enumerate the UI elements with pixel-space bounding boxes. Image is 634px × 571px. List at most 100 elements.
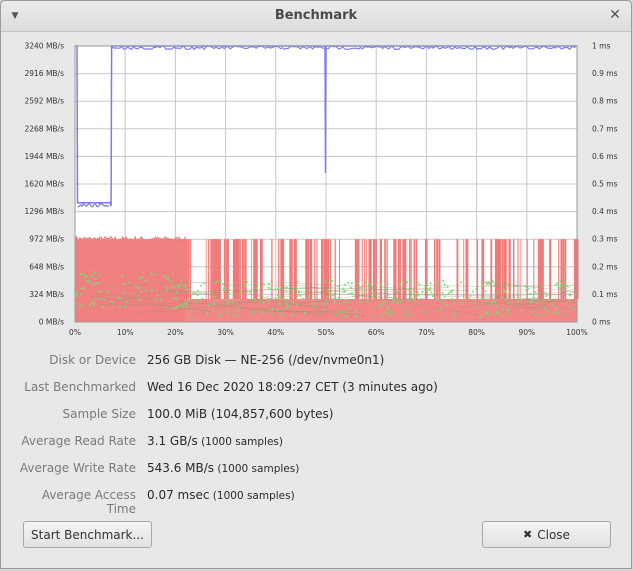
y-tick-label: 1944 MB/s (24, 152, 64, 161)
access-series-point (409, 280, 412, 283)
y-tick-label: 2916 MB/s (24, 69, 64, 78)
access-series-point (484, 299, 488, 302)
access-series-point (326, 296, 329, 299)
access-series-point (267, 299, 270, 302)
access-series-point (496, 291, 499, 294)
access-series-point (440, 315, 443, 318)
access-series-point (484, 290, 487, 293)
access-series-point (156, 293, 160, 297)
access-series-point (348, 306, 351, 309)
access-series-point (128, 281, 131, 284)
x-tick-label: 100% (566, 328, 587, 337)
access-series-point (81, 305, 84, 308)
access-series-point (138, 298, 141, 301)
access-series-point (432, 295, 435, 298)
write-series-spike (334, 239, 336, 299)
access-series-point (372, 314, 375, 318)
access-series-point (322, 302, 325, 305)
close-icon[interactable]: ✕ (607, 7, 623, 23)
access-series-point (504, 289, 507, 293)
access-series-point (545, 312, 549, 315)
access-series-point (551, 304, 554, 307)
access-series-point (183, 302, 186, 305)
access-series-point (189, 315, 192, 318)
access-series-point (337, 296, 340, 300)
info-value: 0.07 msec (1000 samples) (147, 488, 295, 502)
access-series-point (450, 297, 454, 301)
x-tick-label: 20% (167, 328, 184, 337)
write-series-spike (271, 239, 273, 299)
write-series-spike (307, 239, 310, 299)
close-button-label: Close (537, 527, 570, 542)
access-series-point (296, 294, 299, 298)
access-series-point (262, 282, 265, 286)
y2-tick-label: 0.8 ms (592, 97, 618, 106)
start-benchmark-button[interactable]: Start Benchmark... (23, 521, 152, 548)
access-series-point (384, 311, 387, 314)
access-series-point (223, 286, 226, 290)
access-series-point (563, 284, 566, 287)
access-series-point (134, 284, 137, 287)
access-series-point (381, 302, 385, 306)
access-series-point (568, 299, 571, 302)
access-series-point (285, 286, 288, 289)
access-series-point (505, 285, 508, 288)
access-series-point (487, 281, 490, 284)
access-series-point (354, 309, 357, 312)
access-series-point (344, 290, 347, 293)
access-series-point (122, 291, 125, 295)
access-series-point (327, 288, 330, 291)
access-series-point (554, 311, 557, 315)
access-series-point (246, 290, 249, 293)
y-tick-label: 0 MB/s (39, 318, 64, 327)
access-series-point (371, 286, 374, 290)
access-series-point (185, 288, 188, 291)
y2-tick-label: 0 ms (592, 318, 610, 327)
access-series-point (345, 310, 348, 313)
access-series-point (342, 287, 345, 290)
write-series-spike (320, 239, 324, 299)
access-series-point (420, 310, 424, 313)
access-series-point (262, 312, 265, 315)
write-series-spike (187, 239, 190, 299)
access-series-point (93, 302, 96, 305)
access-series-point (507, 311, 510, 315)
access-series-point (297, 290, 300, 293)
access-series-point (350, 282, 353, 285)
access-series-point (386, 308, 389, 311)
access-series-point (396, 291, 399, 294)
access-series-point (138, 287, 141, 290)
access-series-point (228, 301, 231, 304)
access-series-point (439, 307, 442, 311)
info-label: Average Write Rate (19, 461, 136, 475)
access-series-point (373, 306, 376, 310)
write-series-spike (402, 239, 405, 299)
access-series-point (336, 285, 339, 288)
y2-tick-label: 0.1 ms (592, 290, 618, 299)
access-series-point (505, 282, 509, 285)
write-series-spike (210, 239, 213, 299)
access-series-point (402, 314, 406, 317)
write-series-spike (533, 239, 535, 299)
title-bar: ▼ Benchmark ✕ (1, 1, 631, 32)
x-tick-label: 60% (368, 328, 385, 337)
access-series-point (407, 308, 410, 311)
access-series-point (436, 281, 439, 284)
access-series-point (103, 298, 106, 301)
access-series-point (296, 280, 300, 283)
access-series-point (424, 285, 427, 288)
access-series-point (195, 299, 198, 302)
info-note: (1000 samples) (209, 490, 295, 502)
access-series-point (469, 294, 472, 298)
write-series-spike (499, 239, 502, 299)
close-button[interactable]: ✖ Close (482, 521, 611, 548)
y-tick-label: 2592 MB/s (24, 97, 64, 106)
access-series-point (197, 289, 200, 292)
access-series-point (519, 298, 522, 302)
info-value-text: 256 GB Disk — NE-256 (/dev/nvme0n1) (147, 353, 385, 367)
access-series-point (174, 297, 177, 300)
access-series-point (92, 298, 95, 301)
write-series-spike (189, 239, 192, 299)
info-value-text: 0.07 msec (147, 488, 210, 502)
access-series-point (500, 314, 503, 317)
